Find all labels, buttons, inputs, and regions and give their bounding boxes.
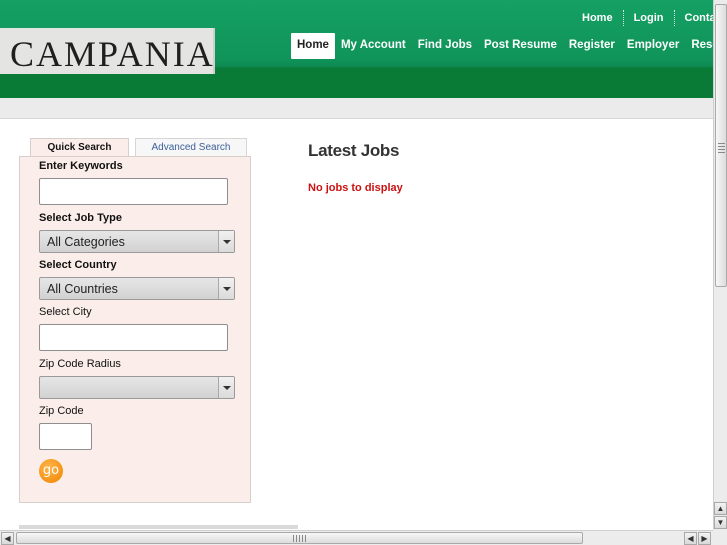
nav-item-home[interactable]: Home — [291, 33, 335, 59]
page-title: Latest Jobs — [308, 141, 400, 160]
empty-message: No jobs to display — [308, 182, 403, 194]
subheader-band — [0, 98, 713, 119]
city-label: Select City — [39, 306, 92, 318]
main-nav: Home My Account Find Jobs Post Resume Re… — [291, 33, 713, 59]
scroll-left-icon[interactable]: ◀ — [1, 532, 14, 545]
keywords-input[interactable] — [39, 178, 228, 205]
scroll-thumb[interactable] — [715, 4, 727, 287]
nav-item-register[interactable]: Register — [563, 33, 621, 59]
logo-text: CAMPANIA — [10, 34, 215, 74]
quick-search-panel: Enter Keywords Select Job Type All Categ… — [19, 156, 251, 503]
country-value: All Countries — [47, 282, 118, 296]
job-type-value: All Categories — [47, 235, 125, 249]
tab-advanced-search[interactable]: Advanced Search — [135, 138, 247, 157]
job-type-label: Select Job Type — [39, 212, 122, 224]
grip-icon — [718, 143, 725, 155]
country-select[interactable]: All Countries — [39, 277, 235, 300]
tab-quick-search[interactable]: Quick Search — [30, 138, 129, 157]
nav-item-employer[interactable]: Employer — [621, 33, 685, 59]
top-links: Home Login Contact — [572, 10, 713, 26]
chevron-down-icon — [218, 377, 234, 398]
scroll-left-icon[interactable]: ◀ — [684, 532, 697, 545]
search-tabs: Quick Search Advanced Search — [30, 138, 247, 157]
nav-item-find-jobs[interactable]: Find Jobs — [412, 33, 478, 59]
panel-footer-strip — [19, 525, 298, 529]
horizontal-scrollbar[interactable]: ◀ ◀ ▶ — [0, 530, 713, 545]
zip-label: Zip Code — [39, 405, 84, 417]
nav-item-my-account[interactable]: My Account — [335, 33, 412, 59]
scroll-thumb[interactable] — [16, 532, 583, 544]
radius-label: Zip Code Radius — [39, 358, 121, 370]
country-label: Select Country — [39, 259, 117, 271]
city-input[interactable] — [39, 324, 228, 351]
job-type-select[interactable]: All Categories — [39, 230, 235, 253]
nav-item-post-resume[interactable]: Post Resume — [478, 33, 563, 59]
scroll-corner — [713, 530, 727, 545]
nav-item-resources[interactable]: Resources — [685, 33, 713, 59]
chevron-down-icon — [218, 231, 234, 252]
logo[interactable]: CAMPANIA — [0, 28, 215, 74]
chevron-down-icon — [218, 278, 234, 299]
top-link-login[interactable]: Login — [624, 12, 674, 24]
zip-input[interactable] — [39, 423, 92, 450]
radius-select[interactable] — [39, 376, 235, 399]
keywords-label: Enter Keywords — [39, 160, 123, 172]
go-button[interactable]: go — [39, 459, 63, 483]
scroll-up-icon[interactable]: ▲ — [714, 502, 727, 515]
top-link-contact[interactable]: Contact — [675, 12, 714, 24]
top-link-home[interactable]: Home — [572, 12, 623, 24]
vertical-scrollbar[interactable]: ▲ ▼ — [713, 0, 727, 530]
scroll-right-icon[interactable]: ▶ — [698, 532, 711, 545]
scroll-down-icon[interactable]: ▼ — [714, 516, 727, 529]
site-header: CAMPANIA Home Login Contact Home My Acco… — [0, 0, 713, 98]
grip-icon — [293, 535, 307, 542]
